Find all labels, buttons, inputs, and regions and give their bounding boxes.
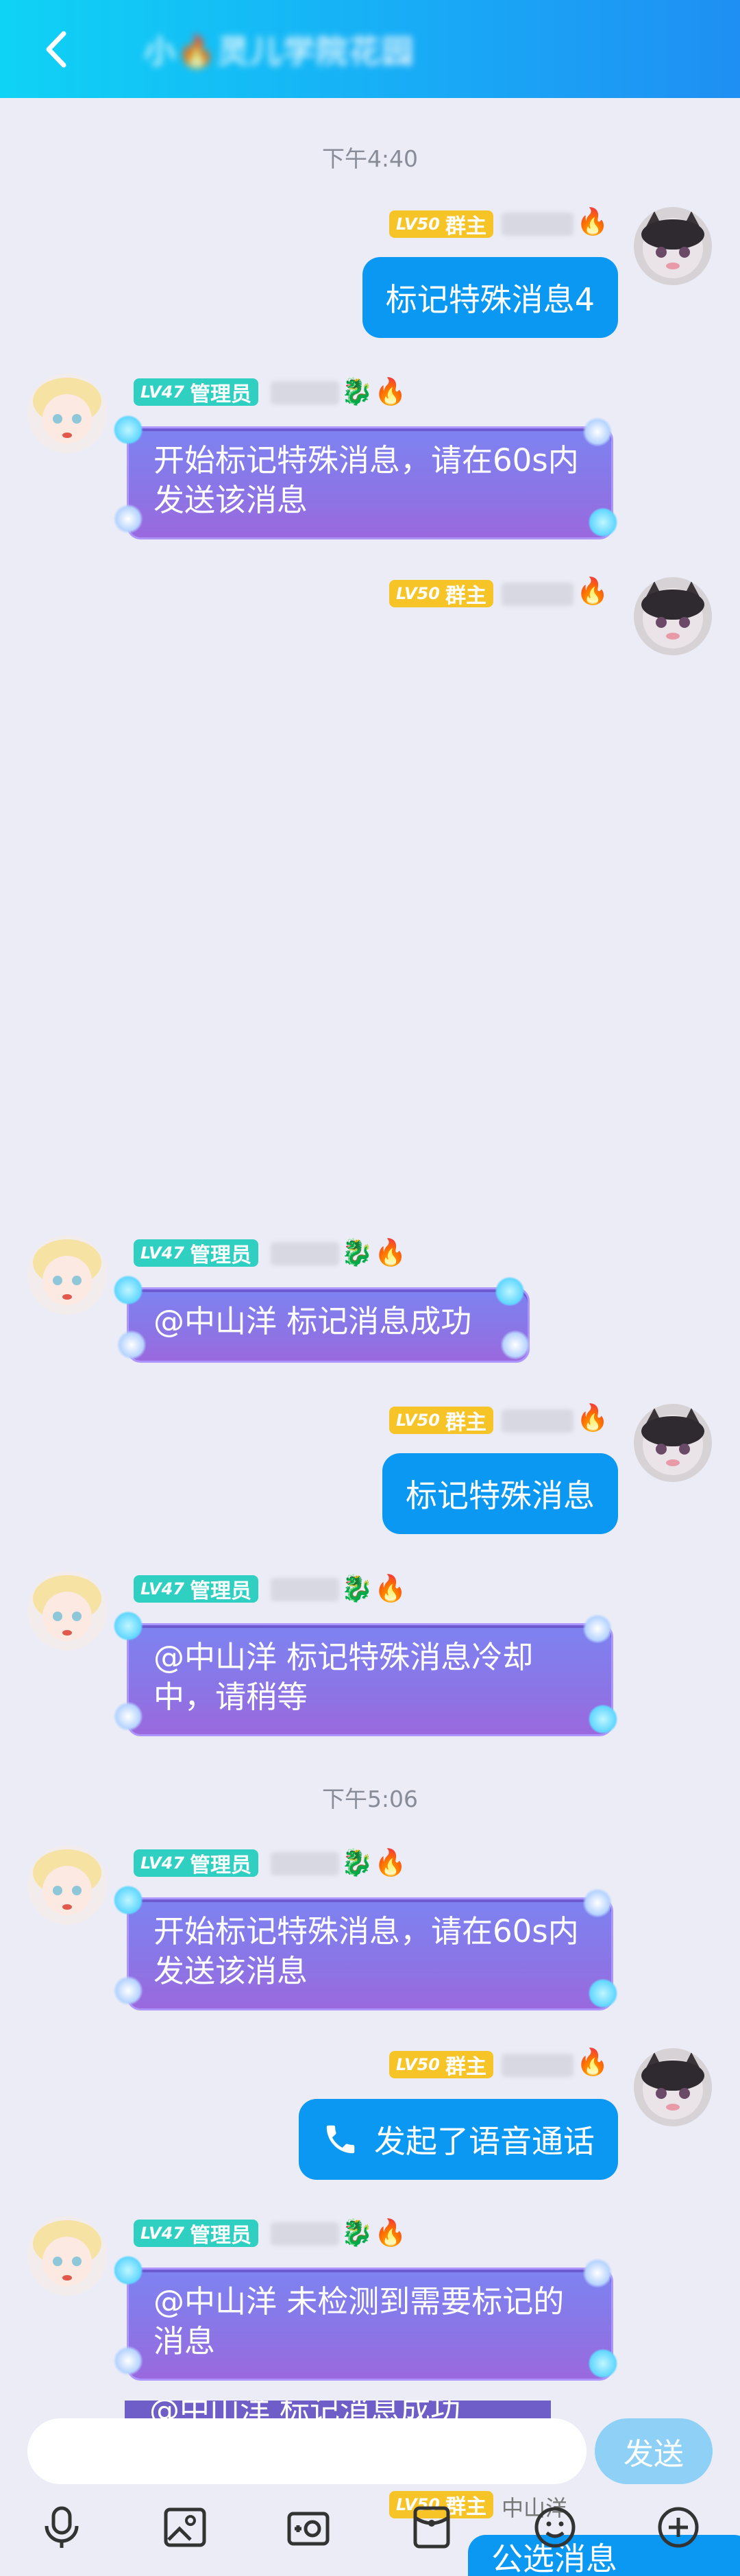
bubble-decoration [113, 1701, 143, 1731]
avatar[interactable] [27, 1571, 107, 1651]
chat-header: 小🔥灵儿学院花园 [0, 0, 740, 98]
avatar[interactable] [27, 1845, 107, 1925]
voice-call-bubble[interactable]: 发起了语音通话 [299, 2099, 618, 2180]
owner-badge: LV50 群主 [389, 210, 493, 239]
fire-icon: 🔥 [374, 376, 407, 406]
bubble-decoration [113, 415, 143, 445]
input-toolbar [0, 2484, 740, 2566]
bubble-decoration [588, 2348, 618, 2379]
bubble-decoration [113, 1611, 143, 1641]
sender-name [271, 2222, 339, 2246]
bubble-decoration [588, 1978, 618, 2008]
fire-icon: 🔥 [576, 576, 609, 606]
more-icon [658, 2507, 699, 2548]
avatar[interactable] [27, 1235, 107, 1315]
back-button[interactable] [36, 29, 77, 70]
avatar[interactable] [634, 1404, 712, 1482]
sender-name [502, 583, 574, 606]
message-composer: 发送 [0, 2413, 740, 2484]
admin-badge: LV47 管理员 [134, 1849, 258, 1878]
chat-bubble[interactable]: 开始标记特殊消息，请在60s内发送该消息 [127, 1897, 613, 2010]
sender-name [502, 212, 574, 236]
dragon-icon: 🐉 [341, 1237, 373, 1267]
bubble-decoration [588, 1704, 618, 1734]
fire-icon: 🔥 [374, 1847, 407, 1878]
admin-badge: LV47 管理员 [134, 1239, 258, 1267]
chat-bubble[interactable]: 标记特殊消息4 [362, 257, 618, 338]
bubble-decoration [113, 1976, 143, 2006]
message-input[interactable] [27, 2418, 587, 2484]
fire-icon: 🔥 [374, 1573, 407, 1603]
phone-icon [326, 2125, 355, 2154]
avatar[interactable] [634, 207, 712, 285]
avatar[interactable] [27, 2216, 107, 2296]
bubble-decoration [582, 1614, 613, 1644]
bubble-decoration [500, 1330, 530, 1360]
fire-icon: 🔥 [576, 1402, 609, 1433]
chevron-left-icon [46, 31, 66, 68]
sender-name [271, 1242, 339, 1265]
timestamp: 下午5:06 [321, 1786, 419, 1812]
owner-badge: LV50 群主 [389, 1407, 493, 1435]
admin-badge: LV47 管理员 [134, 1575, 258, 1603]
camera-icon [287, 2512, 330, 2546]
bubble-decoration [113, 1885, 143, 1915]
group-name: 小🔥灵儿学院花园 [144, 33, 415, 70]
bubble-decoration [116, 1330, 147, 1360]
sender-name [502, 1409, 574, 1433]
sender-name [271, 381, 339, 404]
camera-button[interactable] [284, 2503, 332, 2551]
chat-bubble[interactable]: @中山洋 标记消息成功 [127, 1287, 530, 1363]
admin-badge: LV47 管理员 [134, 378, 258, 406]
chat-bubble[interactable]: @中山洋 标记特殊消息冷却中，请稍等 [127, 1623, 613, 1736]
image-button[interactable] [161, 2503, 209, 2551]
fire-icon: 🔥 [374, 2217, 407, 2248]
bubble-decoration [588, 507, 618, 537]
dragon-icon: 🐉 [341, 2217, 373, 2248]
bubble-decoration [113, 2346, 143, 2376]
emoji-button[interactable] [531, 2503, 579, 2551]
fire-icon: 🔥 [576, 206, 609, 236]
dragon-icon: 🐉 [341, 1573, 373, 1603]
voice-button[interactable] [38, 2503, 86, 2551]
timestamp: 下午4:40 [321, 145, 419, 172]
admin-badge: LV47 管理员 [134, 2220, 258, 2248]
bubble-decoration [113, 2255, 143, 2285]
chat-bubble[interactable]: 标记特殊消息 [382, 1453, 618, 1534]
send-button[interactable]: 发送 [595, 2418, 713, 2484]
more-button[interactable] [654, 2503, 702, 2551]
avatar[interactable] [634, 577, 712, 655]
avatar[interactable] [27, 374, 107, 453]
red-packet-icon [413, 2506, 450, 2549]
dragon-icon: 🐉 [341, 376, 373, 406]
sender-name [271, 1578, 339, 1601]
owner-badge: LV50 群主 [389, 580, 493, 608]
red-packet-button[interactable] [408, 2503, 456, 2551]
fire-icon: 🔥 [576, 2047, 609, 2077]
bubble-decoration [113, 504, 143, 534]
dragon-icon: 🐉 [341, 1847, 373, 1878]
bubble-decoration [495, 1276, 525, 1307]
sender-name [271, 1852, 339, 1875]
chat-bubble[interactable]: @中山洋 未检测到需要标记的消息 [127, 2268, 613, 2381]
bubble-decoration [582, 2258, 613, 2288]
chat-bubble[interactable]: 开始标记特殊消息，请在60s内发送该消息 [127, 426, 613, 539]
owner-badge: LV50 群主 [389, 2051, 493, 2079]
sender-name [502, 2054, 574, 2077]
microphone-icon [45, 2506, 79, 2548]
image-icon [164, 2507, 206, 2547]
bubble-decoration [113, 1275, 143, 1305]
emoji-icon [534, 2507, 576, 2548]
avatar[interactable] [634, 2048, 712, 2126]
chat-title[interactable]: 小🔥灵儿学院花园 [144, 27, 415, 71]
bubble-decoration [582, 1888, 613, 1918]
bubble-decoration [582, 417, 613, 447]
fire-icon: 🔥 [374, 1237, 407, 1267]
